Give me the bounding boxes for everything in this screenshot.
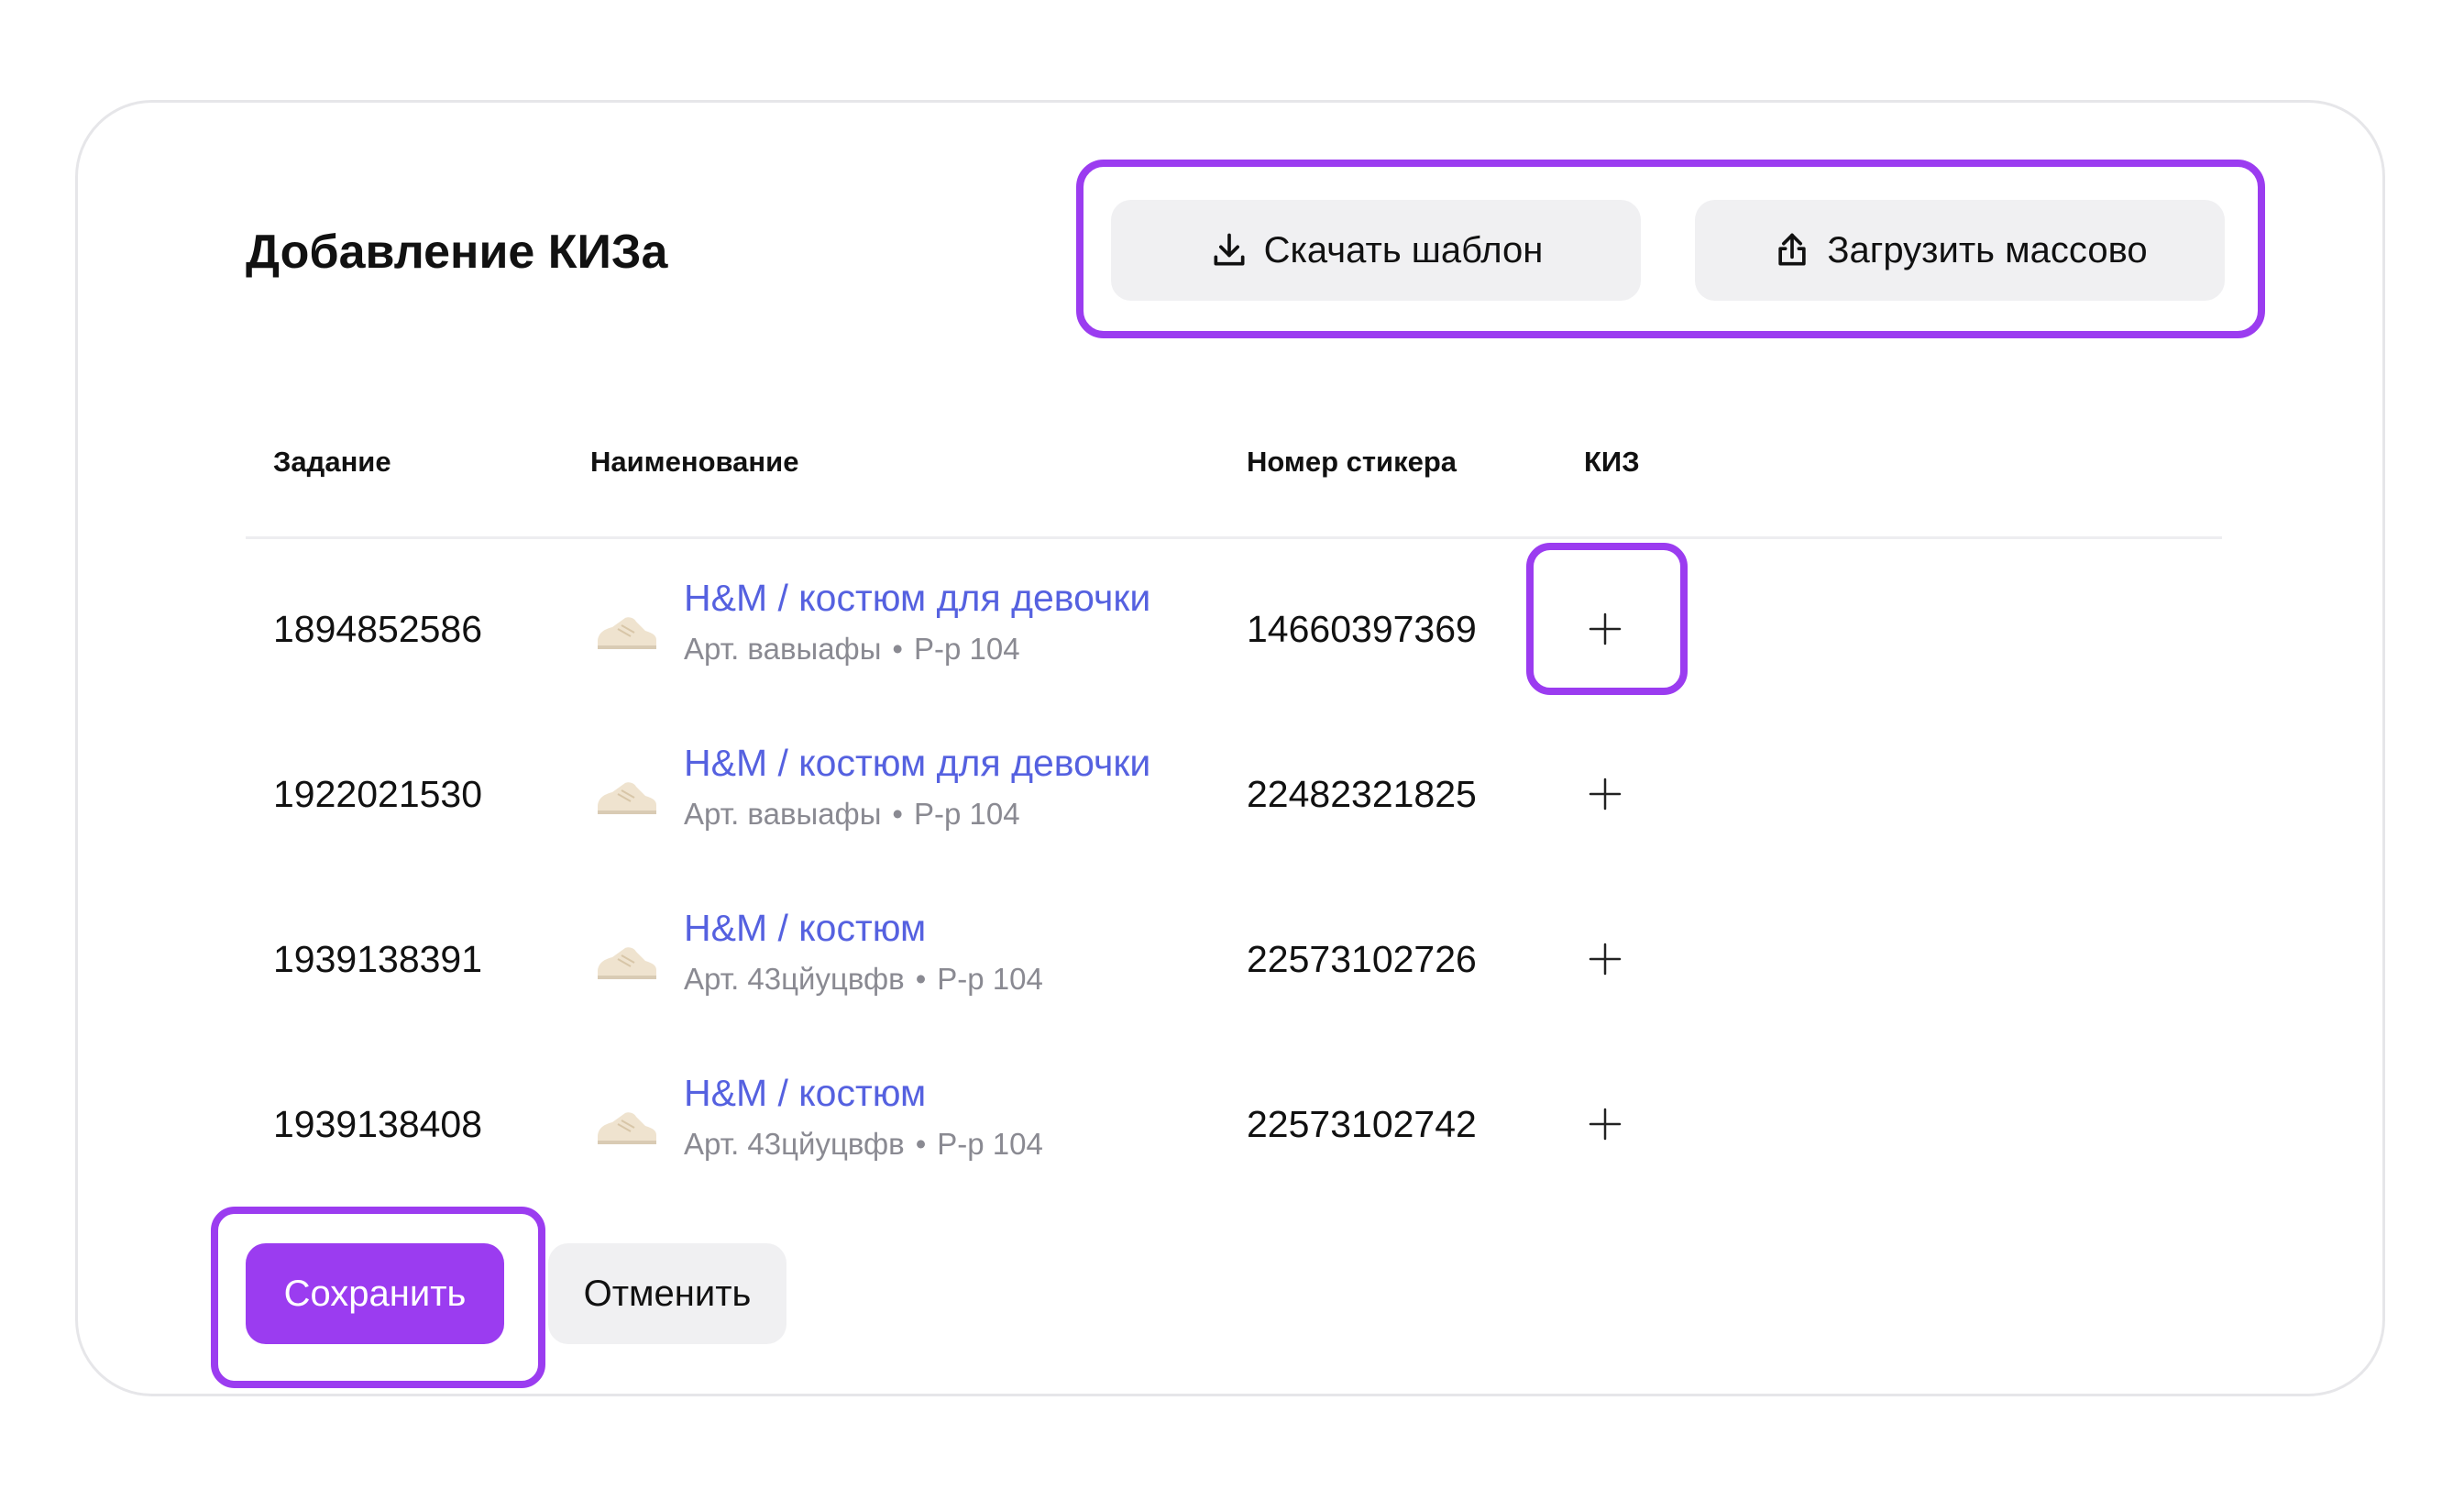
column-header-sticker: Номер стикера (1247, 446, 1458, 478)
product-thumbnail-sneaker-icon (594, 770, 660, 820)
product-meta: Арт. 43цйуцвфв • Р-р 104 (684, 1124, 1043, 1164)
upload-icon (1772, 230, 1812, 270)
task-number: 1894852586 (273, 608, 483, 650)
product-size: Р-р 104 (937, 962, 1043, 996)
cancel-button[interactable]: Отменить (548, 1243, 786, 1344)
product-name-link[interactable]: H&M / костюм (684, 1067, 926, 1119)
product-meta: Арт. 43цйуцвфв • Р-р 104 (684, 959, 1043, 999)
separator-dot: • (915, 962, 927, 996)
task-number: 1939138408 (273, 1103, 483, 1145)
bulk-upload-label: Загрузить массово (1827, 229, 2148, 270)
page-title: Добавление КИЗа (246, 226, 668, 279)
product-article: Арт. 43цйуцвфв (684, 962, 905, 996)
add-kiz-button[interactable] (1578, 1097, 1633, 1152)
sticker-number: 22573102726 (1247, 938, 1477, 980)
table-row: 1922021530 H&M / костюм для девочки Арт.… (0, 711, 2464, 877)
product-size: Р-р 104 (913, 797, 1020, 831)
separator-dot: • (915, 1127, 927, 1161)
product-meta: Арт. вавыафы • Р-р 104 (684, 794, 1020, 834)
bulk-upload-button[interactable]: Загрузить массово (1695, 200, 2225, 301)
sticker-number: 22573102742 (1247, 1103, 1477, 1145)
plus-icon (1589, 778, 1622, 811)
task-number: 1922021530 (273, 773, 483, 815)
product-name-link[interactable]: H&M / костюм для девочки (684, 572, 1150, 623)
column-header-kiz: КИЗ (1584, 446, 1640, 478)
plus-icon (1589, 943, 1622, 976)
download-icon (1209, 230, 1249, 270)
column-header-name: Наименование (590, 446, 799, 478)
add-kiz-button[interactable] (1578, 767, 1633, 822)
product-name-link[interactable]: H&M / костюм для девочки (684, 737, 1150, 789)
highlight-frame-add-kiz (1526, 543, 1688, 695)
plus-icon (1589, 1108, 1622, 1141)
separator-dot: • (892, 632, 903, 666)
product-thumbnail-sneaker-icon (594, 935, 660, 985)
sticker-number: 22482321825 (1247, 773, 1477, 815)
product-article: Арт. 43цйуцвфв (684, 1127, 905, 1161)
product-name-link[interactable]: H&M / костюм (684, 902, 926, 954)
table-header-divider (246, 536, 2222, 539)
column-header-task: Задание (273, 446, 391, 478)
table-row: 1894852586 H&M / костюм для девочки Арт.… (0, 546, 2464, 711)
add-kiz-button[interactable] (1578, 932, 1633, 987)
product-size: Р-р 104 (913, 632, 1020, 666)
separator-dot: • (892, 797, 903, 831)
table-row: 1939138391 H&M / костюм Арт. 43цйуцвфв • Р… (0, 877, 2464, 1042)
download-template-label: Скачать шаблон (1263, 229, 1544, 270)
product-article: Арт. вавыафы (684, 797, 882, 831)
product-thumbnail-sneaker-icon (594, 605, 660, 655)
download-template-button[interactable]: Скачать шаблон (1111, 200, 1641, 301)
product-article: Арт. вавыафы (684, 632, 882, 666)
table-row: 1939138408 H&M / костюм Арт. 43цйуцвфв • Р… (0, 1042, 2464, 1207)
save-button[interactable]: Сохранить (246, 1243, 504, 1344)
product-thumbnail-sneaker-icon (594, 1100, 660, 1150)
sticker-number: 14660397369 (1247, 608, 1477, 650)
product-meta: Арт. вавыафы • Р-р 104 (684, 629, 1020, 669)
task-number: 1939138391 (273, 938, 483, 980)
product-size: Р-р 104 (937, 1127, 1043, 1161)
